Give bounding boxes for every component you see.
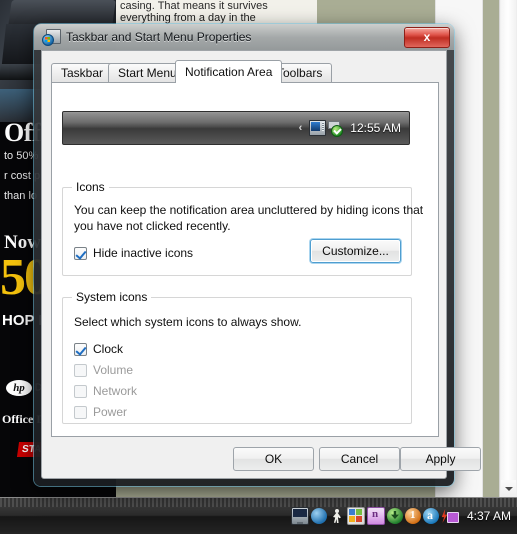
dialog-client-area: Taskbar Start Menu Notification Area Too… <box>41 50 481 479</box>
show-hidden-icons-chevron-icon[interactable]: ‹ <box>299 122 303 134</box>
desktop: hp Office to 50% r cost p than lo Now s … <box>0 0 517 534</box>
volume-label: Volume <box>93 363 134 377</box>
power-checkbox-row: Power <box>74 405 127 419</box>
cancel-button[interactable]: Cancel <box>319 447 400 471</box>
display-icon <box>309 120 327 136</box>
notification-area-preview: ‹ 12:55 AM <box>62 111 410 145</box>
orange-one-icon[interactable] <box>404 508 421 524</box>
network-connected-icon <box>327 120 344 137</box>
icons-description-line-2: you have not clicked recently. <box>74 219 231 233</box>
system-icons-description: Select which system icons to always show… <box>74 315 302 329</box>
close-icon[interactable]: x <box>404 27 450 48</box>
dialog-button-row: OK Cancel Apply <box>42 447 481 477</box>
icons-groupbox: Icons You can keep the notification area… <box>62 180 423 276</box>
clock-label: Clock <box>93 342 124 356</box>
browser-scrollbar[interactable] <box>499 0 517 498</box>
icons-description-line-1: You can keep the notification area unclu… <box>74 203 424 217</box>
taskbar-properties-icon <box>42 29 61 46</box>
bolt-message-icon[interactable] <box>441 508 459 524</box>
network-checkbox-row: Network <box>74 384 137 398</box>
taskbar-properties-dialog: Taskbar and Start Menu Properties x Task… <box>34 24 481 486</box>
clock-checkbox[interactable] <box>74 342 87 356</box>
volume-checkbox <box>74 363 87 377</box>
power-checkbox <box>74 405 87 419</box>
article-line-2: everything from a day in the <box>120 12 256 24</box>
globe-sparkle-icon[interactable] <box>310 508 327 524</box>
preview-tray-icons <box>309 120 344 137</box>
tab-taskbar[interactable]: Taskbar <box>51 63 114 82</box>
amazon-a-icon[interactable] <box>422 508 439 524</box>
hide-inactive-icons-checkbox[interactable] <box>74 246 87 260</box>
ok-button[interactable]: OK <box>233 447 314 471</box>
green-download-icon[interactable] <box>386 508 403 524</box>
office-squares-icon[interactable] <box>346 507 365 525</box>
hide-inactive-icons-label: Hide inactive icons <box>93 246 194 260</box>
system-tray[interactable]: 4:37 AM <box>290 502 517 530</box>
clock-checkbox-row[interactable]: Clock <box>74 342 123 356</box>
notes-icon[interactable] <box>366 507 385 525</box>
ad-line-3: than lo <box>4 190 38 202</box>
system-icons-groupbox: System icons Select which system icons t… <box>62 290 412 424</box>
scrollbar-track[interactable] <box>501 0 516 480</box>
system-icons-groupbox-title: System icons <box>72 290 152 304</box>
tab-strip[interactable]: Taskbar Start Menu Notification Area Too… <box>51 60 439 83</box>
icons-description: You can keep the notification area unclu… <box>74 202 423 234</box>
taskbar-clock[interactable]: 4:37 AM <box>467 509 511 523</box>
preview-clock: 12:55 AM <box>350 121 401 135</box>
monitor-icon[interactable] <box>290 507 309 525</box>
power-label: Power <box>93 405 128 419</box>
hp-logo-icon: hp <box>6 380 32 396</box>
dialog-titlebar[interactable]: Taskbar and Start Menu Properties x <box>34 24 454 50</box>
volume-checkbox-row: Volume <box>74 363 133 377</box>
windows-taskbar[interactable]: 4:37 AM <box>0 497 517 534</box>
network-label: Network <box>93 384 138 398</box>
customize-button[interactable]: Customize... <box>310 239 401 263</box>
hide-inactive-icons-checkbox-row[interactable]: Hide inactive icons <box>74 246 193 260</box>
scrollbar-down-button[interactable] <box>501 480 516 498</box>
person-running-icon[interactable] <box>329 508 345 524</box>
network-checkbox <box>74 384 87 398</box>
article-text-block: casing. That means it survives everythin… <box>116 0 325 24</box>
tray-icon-list[interactable] <box>290 507 459 525</box>
chevron-down-icon <box>505 487 513 491</box>
icons-groupbox-title: Icons <box>72 180 109 194</box>
tab-notification-area[interactable]: Notification Area <box>175 60 283 83</box>
article-line-1: casing. That means it survives <box>120 0 268 12</box>
apply-button[interactable]: Apply <box>400 447 481 471</box>
dialog-title: Taskbar and Start Menu Properties <box>66 30 252 44</box>
